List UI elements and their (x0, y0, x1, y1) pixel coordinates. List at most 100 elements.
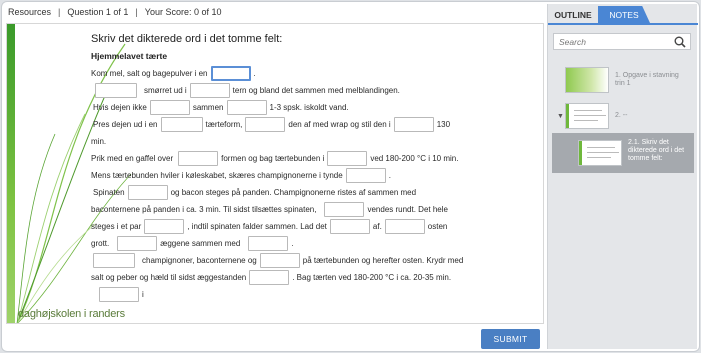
line-text: Kom mel, salt og bagepulver i en (91, 69, 208, 78)
answer-field[interactable] (345, 168, 386, 183)
text-line: Kom mel, salt og bagepulver i en . (91, 65, 531, 82)
line-text: , indtil spinaten falder sammen. Lad det (187, 222, 327, 231)
green-side-bar (7, 24, 15, 323)
line-text: 1-3 spsk. iskoldt vand. (269, 103, 349, 112)
question-counter: Question 1 of 1 (67, 7, 129, 17)
line-text: champignoner, baconternene og (142, 256, 257, 265)
outline-item-label: 2.1. Skriv det dikterede ord i det tomme… (628, 139, 685, 162)
slide-thumbnail (565, 103, 609, 129)
text-line: grott. æggene sammen med . (91, 235, 531, 252)
answer-field[interactable] (249, 270, 290, 285)
answer-field[interactable] (160, 117, 203, 132)
text-line: steges i et par , indtil spinaten falder… (91, 218, 531, 235)
line-text: Spinaten (93, 188, 125, 197)
outline-item-label: 1. Opgave i stavning trin 1 (615, 72, 679, 87)
text-line: min. (91, 133, 531, 150)
line-text: sammen (192, 103, 224, 112)
answer-field[interactable] (149, 100, 190, 115)
line-text: grott. (91, 239, 110, 248)
line-text: 130 (436, 120, 451, 129)
answer-field[interactable] (93, 253, 135, 268)
answer-field[interactable] (178, 151, 219, 166)
line-text: osten (427, 222, 448, 231)
line-text: . Bag tærten ved 180-200 °C i ca. 20-35 … (292, 273, 452, 282)
answer-field[interactable] (393, 117, 434, 132)
school-logo: daghøjskolen i randers (18, 308, 125, 320)
answer-field[interactable] (329, 219, 370, 234)
line-text: baconternene på panden i ca. 3 min. Til … (91, 205, 317, 214)
text-line: Pres dejen ud i en tærteform, den af med… (91, 116, 531, 133)
line-text: ved 180-200 °C i 10 min. (370, 154, 459, 163)
line-text: den af med wrap og stil den i (288, 120, 391, 129)
text-line: smørret ud i tern og bland det sammen me… (91, 82, 531, 99)
slide-thumbnail (578, 140, 622, 166)
line-text: af. (372, 222, 382, 231)
line-text: formen og bag tærtebunden i (221, 154, 325, 163)
outline-item-selected[interactable]: 2.1. Skriv det dikterede ord i det tomme… (552, 133, 694, 173)
answer-field[interactable] (248, 236, 289, 251)
text-line: champignoner, baconternene og på tærtebu… (91, 252, 531, 269)
answer-field[interactable] (99, 287, 139, 302)
answer-field[interactable] (127, 185, 168, 200)
line-text: tern og bland det sammen med melblanding… (232, 86, 400, 95)
line-text: vendes rundt. Det hele (367, 205, 448, 214)
top-bar: Resources | Question 1 of 1 | Your Score… (8, 4, 222, 20)
answer-field[interactable] (189, 83, 230, 98)
line-text: i (142, 290, 144, 299)
search-placeholder: Search (559, 36, 586, 47)
text-line: salt og peber og hæld til sidst æggestan… (91, 269, 531, 286)
text-line: Spinaten og bacon steges på panden. Cham… (91, 184, 531, 201)
line-text: Hvis dejen ikke (93, 103, 147, 112)
expand-arrow-icon[interactable]: ▼ (557, 113, 564, 120)
answer-field[interactable] (259, 253, 300, 268)
outline-item[interactable]: ▼ 2. -- (552, 96, 694, 136)
tab-outline[interactable]: OUTLINE (548, 6, 598, 23)
line-text: Prik med en gaffel over (91, 154, 174, 163)
answer-field[interactable] (324, 202, 365, 217)
line-text: steges i et par (91, 222, 142, 231)
answer-field[interactable] (95, 83, 137, 98)
line-text: æggene sammen med (160, 239, 241, 248)
line-text: . (291, 239, 294, 248)
answer-field[interactable] (210, 66, 251, 81)
search-input[interactable]: Search (553, 33, 691, 50)
line-text: min. (91, 137, 107, 146)
resources-link[interactable]: Resources (8, 7, 51, 17)
exercise-content: Skriv det dikterede ord i det tomme felt… (91, 33, 531, 303)
answer-field[interactable] (327, 151, 368, 166)
text-line: i (91, 286, 531, 303)
tab-notes[interactable]: NOTES (598, 6, 650, 23)
text-line: Prik med en gaffel over formen og bag tæ… (91, 150, 531, 167)
separator: | (135, 7, 138, 17)
answer-field[interactable] (117, 236, 158, 251)
text-line: Mens tærtebunden hviler i køleskabet, sk… (91, 167, 531, 184)
outline-item-label: 2. -- (615, 112, 628, 119)
sidebar-tabs: OUTLINE NOTES (548, 6, 698, 23)
line-text: Mens tærtebunden hviler i køleskabet, sk… (91, 171, 343, 180)
line-text: . (253, 69, 256, 78)
separator: | (58, 7, 61, 17)
line-text: . (388, 171, 391, 180)
answer-field[interactable] (384, 219, 425, 234)
slide-canvas: daghøjskolen i randers Skriv det diktere… (6, 23, 544, 324)
recipe-title: Hjemmelavet tærte (91, 51, 168, 61)
line-text: tærteform, (205, 120, 243, 129)
line-text: Pres dejen ud i en (93, 120, 158, 129)
line-text: salt og peber og hæld til sidst æggestan… (91, 273, 247, 282)
answer-field[interactable] (245, 117, 286, 132)
slide-thumbnail (565, 67, 609, 93)
text-line: Hvis dejen ikke sammen 1-3 spsk. iskoldt… (91, 99, 531, 116)
line-text: og bacon steges på panden. Champignonern… (170, 188, 417, 197)
line-text: på tærtebunden og herefter osten. Krydr … (302, 256, 464, 265)
search-icon[interactable] (673, 35, 687, 49)
answer-field[interactable] (144, 219, 185, 234)
submit-button[interactable]: SUBMIT (481, 329, 540, 349)
exercise-title: Skriv det dikterede ord i det tomme felt… (91, 33, 283, 45)
tab-underline (548, 23, 698, 25)
score-display: Your Score: 0 of 10 (144, 7, 222, 17)
text-line: baconternene på panden i ca. 3 min. Til … (91, 201, 531, 218)
answer-field[interactable] (226, 100, 267, 115)
line-text: smørret ud i (144, 86, 187, 95)
sidebar: OUTLINE NOTES Search 1. Opgave i stavnin… (547, 4, 698, 349)
outline-item[interactable]: 1. Opgave i stavning trin 1 (552, 60, 694, 100)
